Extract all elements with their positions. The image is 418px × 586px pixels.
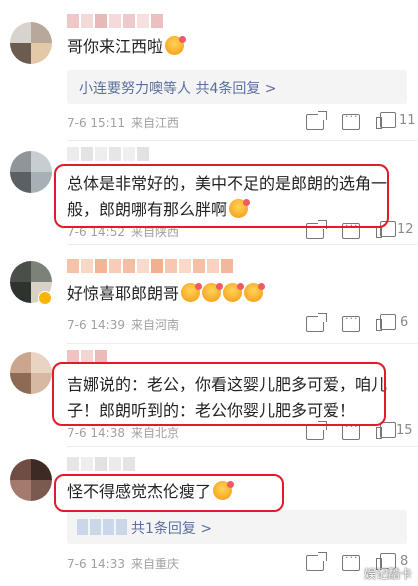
avatar[interactable] <box>10 151 52 193</box>
like-icon[interactable] <box>376 314 396 331</box>
emoji-icon <box>181 283 203 302</box>
replies-preview[interactable]: 共1条回复 > <box>67 510 407 544</box>
like-count: 6 <box>400 315 409 330</box>
comment-5: 怪不得感觉杰伦瘦了 共1条回复 > 7-6 14:33来自重庆 8 <box>0 447 418 586</box>
highlight-box <box>54 164 389 228</box>
emoji-icon <box>165 36 187 55</box>
share-icon[interactable] <box>306 316 324 332</box>
comment-text: 好惊喜耶郎朗哥 <box>67 281 266 307</box>
replies-count-link[interactable]: 共4条回复 > <box>195 81 276 97</box>
comment-3: 好惊喜耶郎朗哥 7-6 14:39来自河南 6 <box>0 245 418 343</box>
share-icon[interactable] <box>306 424 324 440</box>
replies-count-link[interactable]: 共1条回复 > <box>131 518 212 538</box>
replies-preview[interactable]: 小连要努力噢等人 共4条回复 > <box>67 70 407 104</box>
like-count: 15 <box>396 423 413 438</box>
emoji-icon <box>244 283 266 302</box>
username-blurred[interactable] <box>67 14 163 28</box>
replies-user-blurred[interactable] <box>77 519 127 535</box>
emoji-icon <box>202 283 224 302</box>
username-blurred[interactable] <box>67 457 135 471</box>
comment-1: 哥你来江西啦 小连要努力噢等人 共4条回复 > 7-6 15:11来自江西 11 <box>0 0 418 140</box>
like-count: 12 <box>397 222 414 237</box>
comment-icon[interactable] <box>342 551 360 571</box>
comment-meta: 7-6 14:38 来自北京 <box>67 426 180 440</box>
like-count: 11 <box>399 113 416 128</box>
verified-badge-icon <box>38 291 52 305</box>
comment-meta: 7-6 14:39 来自河南 <box>67 318 180 332</box>
avatar[interactable] <box>10 22 52 64</box>
avatar[interactable] <box>10 459 52 501</box>
replies-user-link[interactable]: 小连要努力噢等人 <box>79 81 191 97</box>
avatar[interactable] <box>10 352 52 394</box>
watermark: 娱记酷卡 <box>363 567 412 581</box>
comment-icon[interactable] <box>342 110 360 130</box>
comment-text: 哥你来江西啦 <box>67 34 187 60</box>
like-icon[interactable] <box>376 422 396 439</box>
like-icon[interactable] <box>376 112 396 129</box>
highlight-box <box>52 362 386 426</box>
username-blurred[interactable] <box>67 147 149 161</box>
comment-icon[interactable] <box>342 312 360 332</box>
share-icon[interactable] <box>306 555 324 571</box>
comment-meta: 7-6 15:11 来自江西 <box>67 116 180 130</box>
comment-icon[interactable] <box>342 420 360 440</box>
username-blurred[interactable] <box>67 259 233 273</box>
share-icon[interactable] <box>306 114 324 130</box>
comment-meta: 7-6 14:33 来自重庆 <box>67 557 180 571</box>
highlight-box <box>54 474 284 512</box>
emoji-icon <box>223 283 245 302</box>
